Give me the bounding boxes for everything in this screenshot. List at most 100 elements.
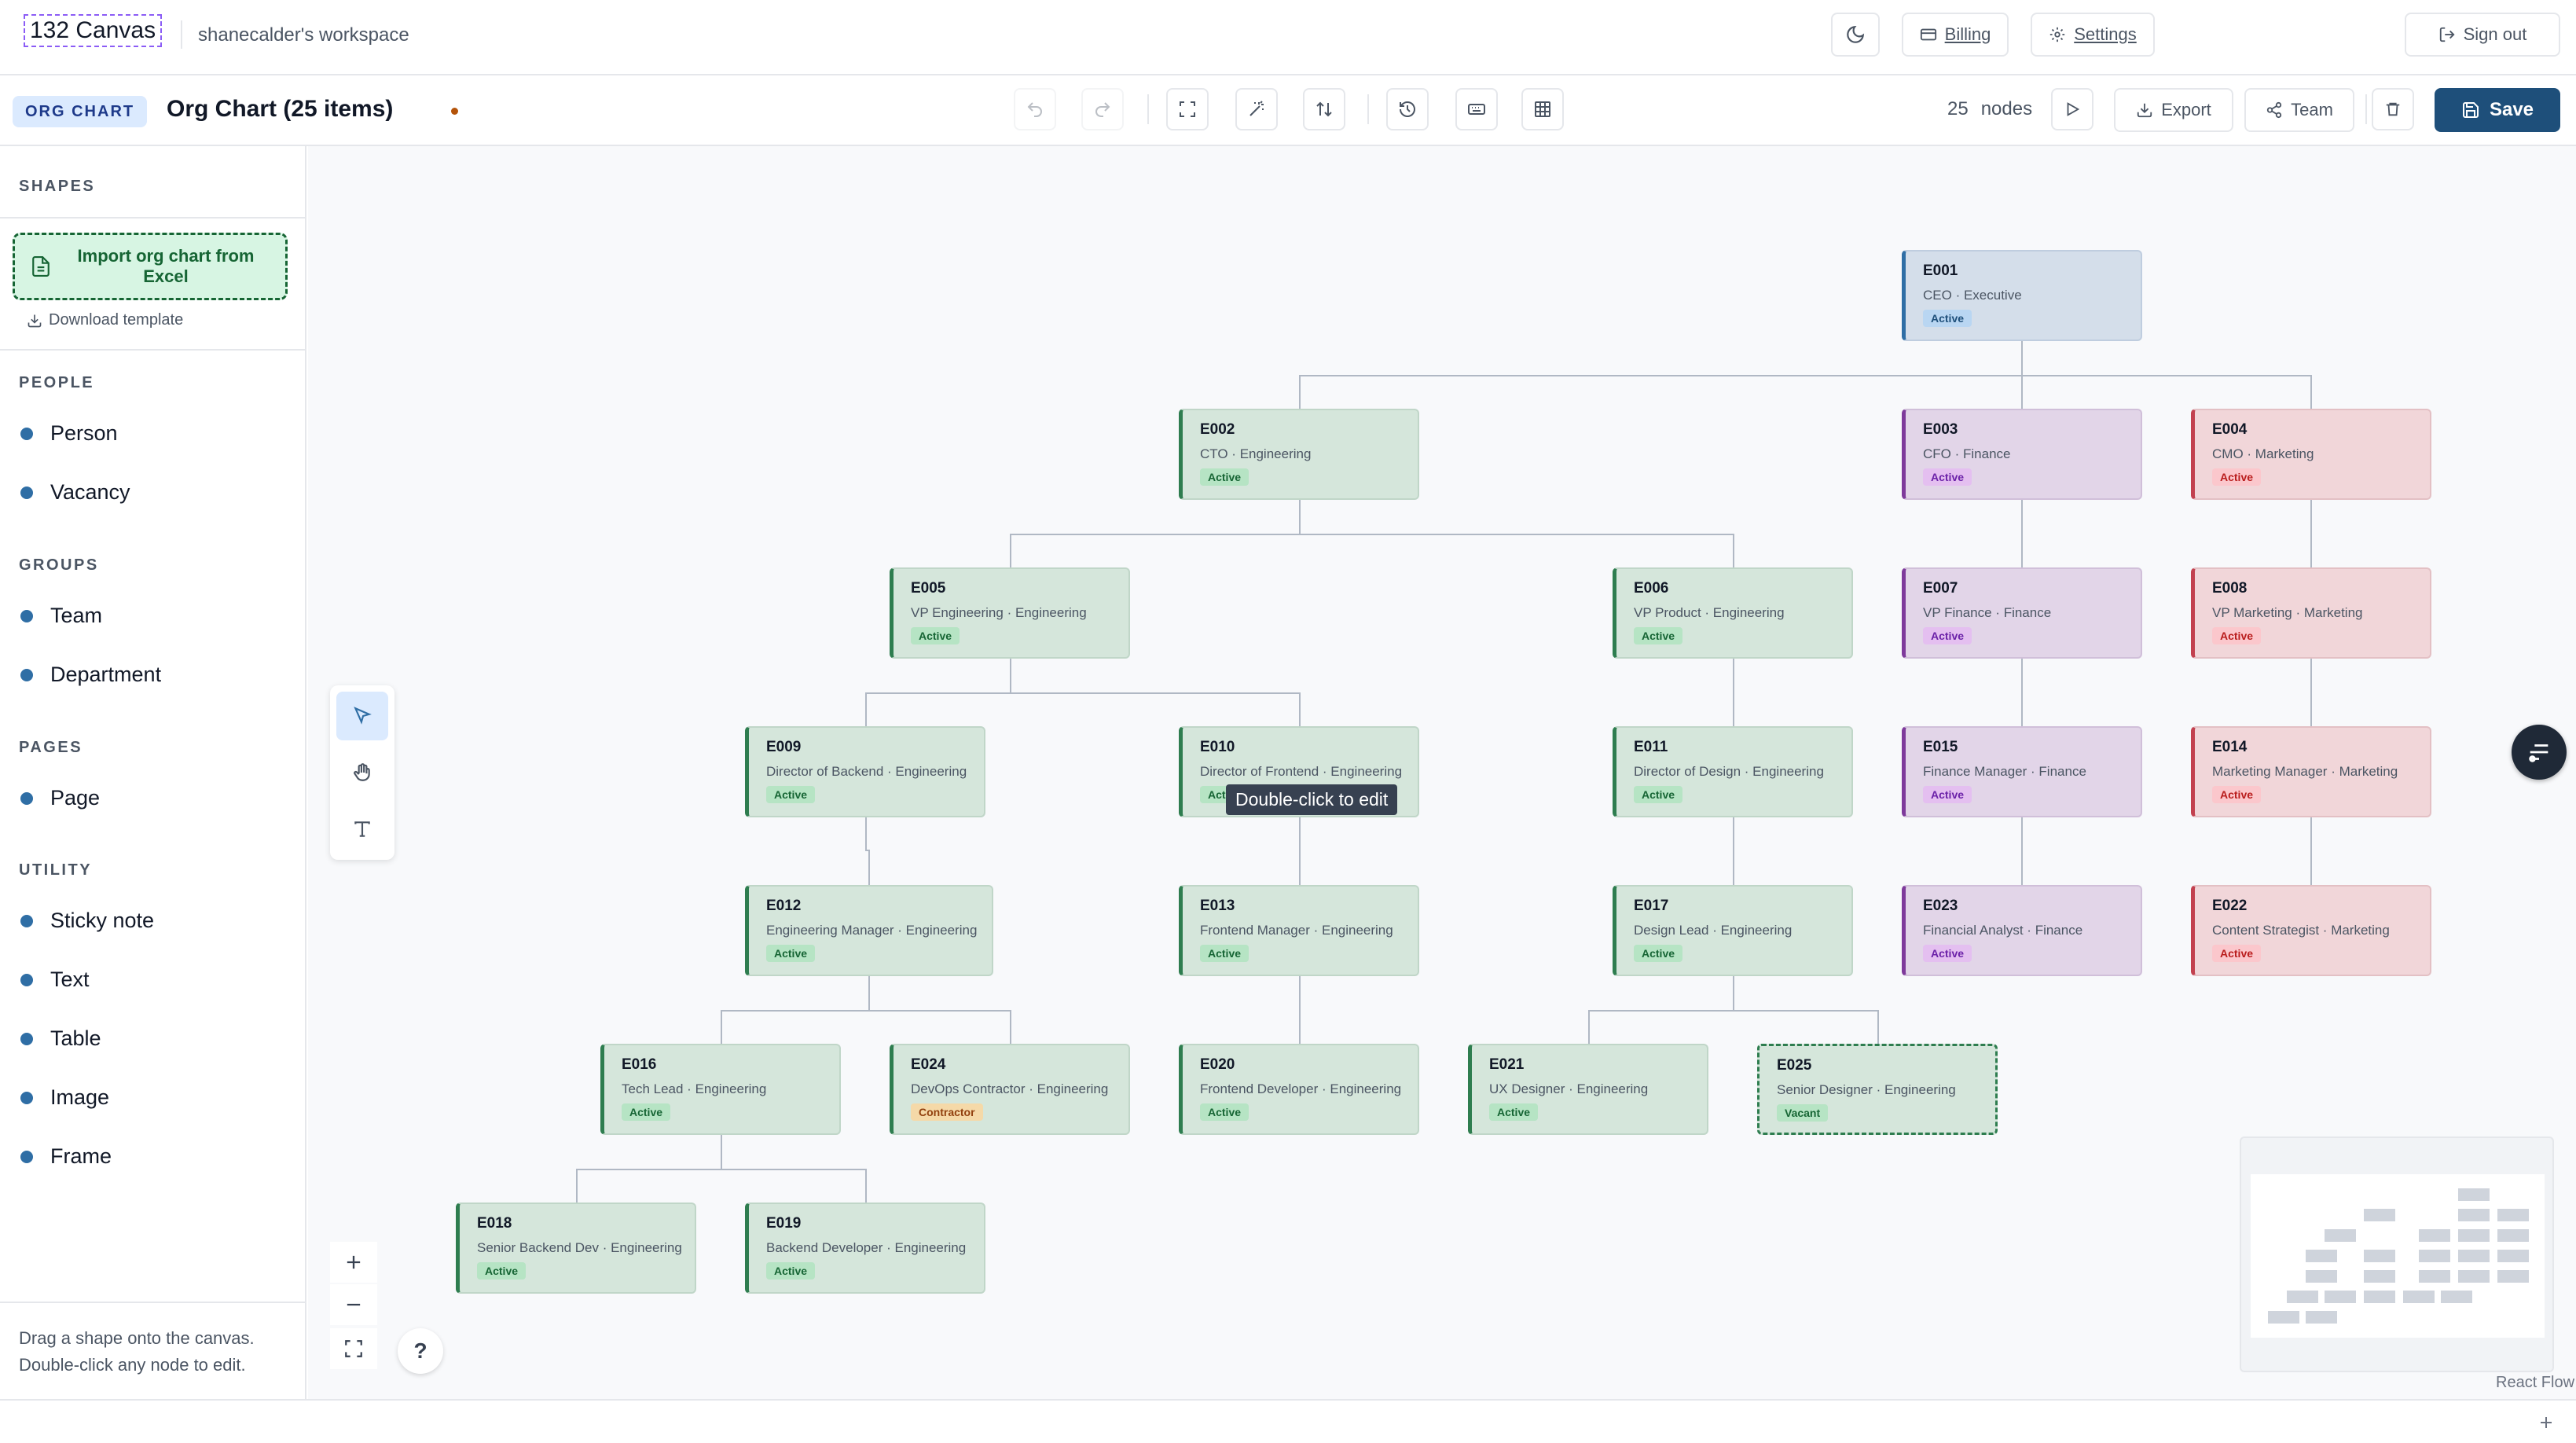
document-title[interactable]: Org Chart (25 items): [167, 96, 393, 123]
redo-button[interactable]: [1081, 88, 1124, 130]
node-id: E024: [911, 1056, 946, 1073]
node-dept: Engineering: [1576, 1081, 1649, 1096]
node-role: Frontend Developer: [1200, 1081, 1319, 1096]
org-node-e008[interactable]: E008 VP Marketing · Marketing Active: [2191, 567, 2431, 659]
node-dept: Marketing: [2331, 923, 2390, 938]
zoom-out-button[interactable]: [330, 1284, 377, 1325]
org-node-e013[interactable]: E013 Frontend Manager · Engineering Acti…: [1179, 885, 1419, 976]
bullet: [20, 668, 33, 681]
shape-item-team[interactable]: Team: [20, 604, 102, 628]
shape-item-image[interactable]: Image: [20, 1085, 109, 1110]
import-excel-button[interactable]: Import org chart from Excel: [13, 233, 288, 300]
delete-button[interactable]: [2372, 88, 2414, 130]
fit-view-button[interactable]: [1166, 88, 1209, 130]
org-node-e025[interactable]: E025 Senior Designer · Engineering Vacan…: [1757, 1044, 1998, 1135]
shape-item-vacancy[interactable]: Vacancy: [20, 480, 130, 505]
org-node-e022[interactable]: E022 Content Strategist · Marketing Acti…: [2191, 885, 2431, 976]
node-id: E022: [2212, 898, 2248, 914]
layers-fab-button[interactable]: [2512, 725, 2567, 780]
zoom-in-button[interactable]: [330, 1242, 377, 1283]
status-badge: Active: [477, 1262, 527, 1280]
edge: [865, 817, 2312, 885]
save-button[interactable]: Save: [2435, 88, 2560, 132]
org-node-e003[interactable]: E003 CFO · Finance Active: [1902, 409, 2142, 500]
minus-icon: [343, 1294, 365, 1316]
shape-item-label: Frame: [50, 1144, 112, 1168]
present-button[interactable]: [2051, 88, 2093, 130]
sign-out-button[interactable]: Sign out: [2405, 13, 2560, 57]
select-tool[interactable]: [336, 692, 388, 740]
text-icon: [352, 819, 372, 839]
shape-item-text[interactable]: Text: [20, 968, 90, 992]
sort-button[interactable]: [1303, 88, 1345, 130]
shape-item-table[interactable]: Table: [20, 1026, 101, 1051]
download-template-link[interactable]: Download template: [27, 311, 183, 329]
org-node-e020[interactable]: E020 Frontend Developer · Engineering Ac…: [1179, 1044, 1419, 1135]
export-button[interactable]: Export: [2114, 88, 2233, 132]
org-node-e015[interactable]: E015 Finance Manager · Finance Active: [1902, 726, 2142, 817]
help-button[interactable]: ?: [398, 1328, 443, 1374]
grid-toggle-button[interactable]: [1521, 88, 1564, 130]
react-flow-attribution[interactable]: React Flow: [2496, 1374, 2574, 1392]
org-node-e002[interactable]: E002 CTO · Engineering Active: [1179, 409, 1419, 500]
hint-line: Drag a shape onto the canvas.: [19, 1328, 255, 1348]
node-dept: Engineering: [695, 1081, 767, 1096]
pan-tool[interactable]: [336, 748, 388, 797]
canvas-tool-panel: [330, 685, 394, 860]
org-node-e018[interactable]: E018 Senior Backend Dev · Engineering Ac…: [456, 1202, 696, 1294]
app-logo[interactable]: 132 Canvas: [24, 14, 163, 47]
add-page-button[interactable]: [2532, 1408, 2560, 1437]
shape-item-department[interactable]: Department: [20, 663, 161, 687]
org-node-e007[interactable]: E007 VP Finance · Finance Active: [1902, 567, 2142, 659]
shape-item-frame[interactable]: Frame: [20, 1144, 112, 1169]
org-node-e014[interactable]: E014 Marketing Manager · Marketing Activ…: [2191, 726, 2431, 817]
node-dept: Engineering: [1720, 923, 1793, 938]
node-role: Director of Frontend: [1200, 764, 1319, 779]
minimap[interactable]: [2240, 1136, 2554, 1372]
node-id: E023: [1923, 898, 1958, 914]
node-role: DevOps Contractor: [911, 1081, 1026, 1096]
section-heading-groups: GROUPS: [19, 556, 99, 574]
team-share-button[interactable]: Team: [2244, 88, 2354, 132]
org-node-e005[interactable]: E005 VP Engineering · Engineering Active: [890, 567, 1130, 659]
org-node-e016[interactable]: E016 Tech Lead · Engineering Active: [600, 1044, 841, 1135]
undo-icon: [1026, 100, 1044, 119]
keyboard-shortcuts-button[interactable]: [1455, 88, 1498, 130]
node-dept: Marketing: [2339, 764, 2398, 779]
org-node-e023[interactable]: E023 Financial Analyst · Finance Active: [1902, 885, 2142, 976]
org-node-e009[interactable]: E009 Director of Backend · Engineering A…: [745, 726, 985, 817]
shape-item-page[interactable]: Page: [20, 786, 100, 810]
grid-icon: [1533, 100, 1552, 119]
history-button[interactable]: [1386, 88, 1429, 130]
status-badge: Vacant: [1777, 1104, 1829, 1122]
org-node-e017[interactable]: E017 Design Lead · Engineering Active: [1613, 885, 1853, 976]
shape-item-person[interactable]: Person: [20, 421, 118, 446]
node-role: Senior Backend Dev: [477, 1240, 599, 1255]
divider: [1367, 94, 1369, 124]
org-node-e004[interactable]: E004 CMO · Marketing Active: [2191, 409, 2431, 500]
top-bar: 132 Canvas shanecalder's workspace Billi…: [0, 0, 2576, 75]
shape-item-sticky-note[interactable]: Sticky note: [20, 909, 154, 933]
org-node-e021[interactable]: E021 UX Designer · Engineering Active: [1468, 1044, 1708, 1135]
auto-layout-button[interactable]: [1235, 88, 1278, 130]
text-tool[interactable]: [336, 805, 388, 854]
settings-button[interactable]: Settings: [2031, 13, 2155, 57]
org-node-e001[interactable]: E001 CEO · Executive Active: [1902, 250, 2142, 341]
org-node-e019[interactable]: E019 Backend Developer · Engineering Act…: [745, 1202, 985, 1294]
node-id: E010: [1200, 739, 1235, 755]
undo-button[interactable]: [1014, 88, 1056, 130]
edge: [1588, 976, 1879, 1044]
org-node-e006[interactable]: E006 VP Product · Engineering Active: [1613, 567, 1853, 659]
node-dept: Engineering: [611, 1240, 682, 1255]
shapes-heading: SHAPES: [19, 178, 96, 195]
org-node-e024[interactable]: E024 DevOps Contractor · Engineering Con…: [890, 1044, 1130, 1135]
theme-toggle-button[interactable]: [1831, 13, 1880, 57]
org-node-e012[interactable]: E012 Engineering Manager · Engineering A…: [745, 885, 993, 976]
node-role-dept: CTO · Engineering: [1200, 446, 1312, 461]
hand-icon: [352, 762, 372, 783]
edge: [2021, 500, 2312, 567]
fit-view-control[interactable]: [330, 1328, 377, 1369]
flow-canvas[interactable]: E001 CEO · Executive Active E002 CTO · E…: [308, 146, 2576, 1399]
billing-button[interactable]: Billing: [1902, 13, 2009, 57]
org-node-e011[interactable]: E011 Director of Design · Engineering Ac…: [1613, 726, 1853, 817]
